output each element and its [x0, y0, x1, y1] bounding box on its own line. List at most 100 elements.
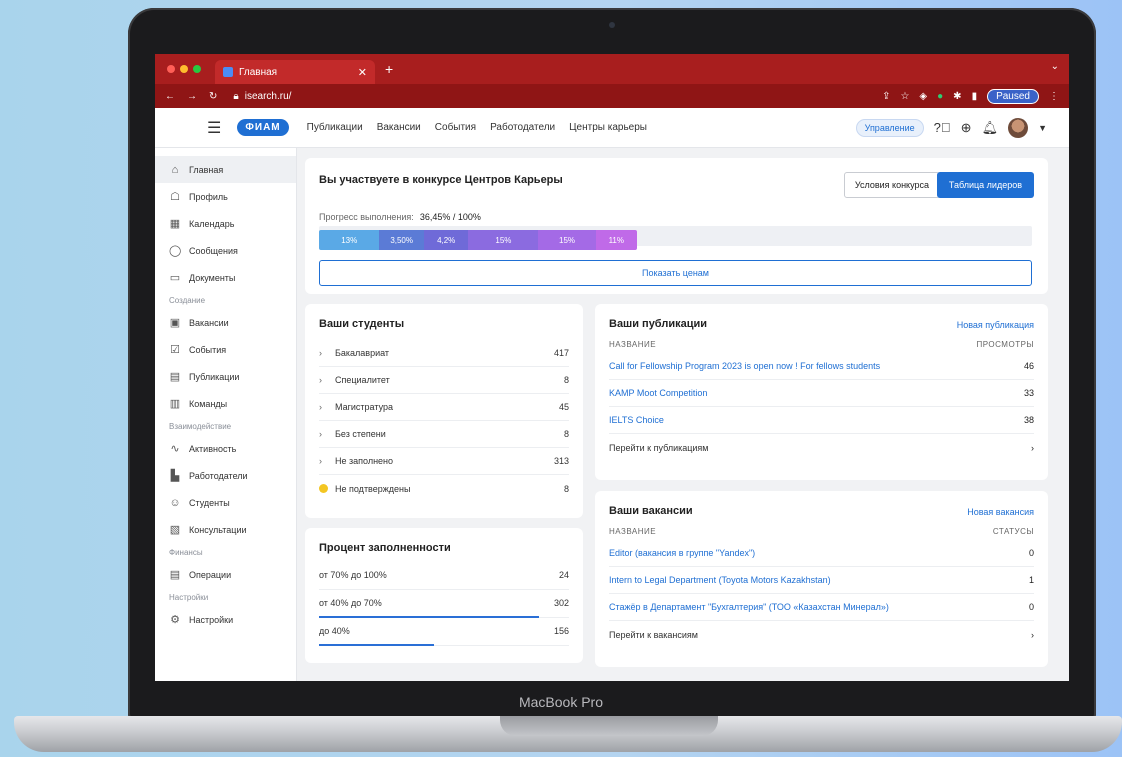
unconfirmed-row[interactable]: Не подтверждены 8 — [319, 475, 569, 502]
top-nav: Публикации Вакансии События Работодатели… — [307, 122, 647, 133]
sidebar-item-settings[interactable]: ⚙ Настройки — [155, 606, 296, 633]
forward-icon[interactable]: → — [187, 91, 197, 102]
new-tab-icon[interactable]: + — [385, 61, 393, 77]
sidebar-item-activity[interactable]: ∿ Активность — [155, 435, 296, 462]
table-header: НАЗВАНИЕ СТАТУСЫ — [609, 527, 1034, 536]
leaderboard-button[interactable]: Таблица лидеров — [936, 172, 1034, 198]
sidebar-item-employers[interactable]: ▙ Работодатели — [155, 462, 296, 489]
fill-track — [319, 589, 569, 590]
folder-icon: ▭ — [169, 272, 181, 284]
role-switch[interactable]: Управление — [855, 118, 924, 137]
back-icon[interactable]: ← — [165, 91, 175, 102]
contest-terms-button[interactable]: Условия конкурса — [843, 172, 940, 198]
bookmark-icon[interactable]: ☆ — [900, 91, 909, 102]
message-icon: ◯ — [169, 245, 182, 257]
puzzle-icon[interactable]: ✱ — [953, 91, 961, 102]
sidebar-item-profile[interactable]: ☖ Профиль — [155, 183, 296, 210]
briefcase-icon: ▣ — [169, 317, 181, 329]
minimize-window-button[interactable] — [180, 65, 188, 73]
close-window-button[interactable] — [167, 65, 175, 73]
chevron-right-icon: › — [1031, 629, 1034, 640]
progress-segment: 13% — [319, 230, 380, 250]
event-icon: ☑ — [170, 344, 180, 356]
list-item[interactable]: › Магистратура 45 — [319, 394, 569, 421]
tab-search-icon[interactable]: ⌄ — [1051, 61, 1059, 72]
nav-publications[interactable]: Публикации — [307, 122, 363, 133]
table-row[interactable]: KAMP Moot Competition 33 — [609, 380, 1034, 407]
progress-segment: 11% — [595, 230, 637, 250]
reload-icon[interactable]: ↻ — [209, 91, 217, 102]
sidebar-section-finance: Финансы — [169, 548, 203, 557]
sidepanel-icon[interactable]: ▮ — [972, 91, 978, 102]
fill-title: Процент заполненности — [319, 542, 451, 554]
logo[interactable]: ФИАМ — [237, 119, 289, 136]
list-item[interactable]: › Бакалавриат 417 — [319, 340, 569, 367]
new-vacancy-link[interactable]: Новая вакансия — [967, 507, 1034, 517]
nav-employers[interactable]: Работодатели — [490, 122, 555, 133]
share-icon[interactable]: ⇪ — [882, 91, 890, 102]
sidebar-item-events[interactable]: ☑ События — [155, 336, 296, 363]
globe-icon[interactable]: ⊕ — [961, 120, 972, 136]
profile-button[interactable]: Paused — [987, 88, 1039, 104]
chevron-right-icon: › — [319, 375, 322, 385]
nav-career-centers[interactable]: Центры карьеры — [569, 122, 647, 133]
menu-icon[interactable]: ⋮ — [1049, 91, 1059, 102]
extensions: ⇪ ☆ ◈ ● ✱ ▮ Paused ⋮ — [882, 88, 1059, 104]
show-prizes-button[interactable]: Показать ценам — [319, 260, 1032, 286]
close-tab-icon[interactable]: ✕ — [358, 66, 367, 79]
goto-publications[interactable]: Перейти к публикациям › — [609, 434, 1034, 461]
fill-row: от 70% до 100% 24 — [319, 564, 569, 592]
maximize-window-button[interactable] — [193, 65, 201, 73]
sidebar-item-students[interactable]: ☺ Студенты — [155, 489, 296, 516]
chevron-right-icon: › — [319, 402, 322, 412]
progress-label: Прогресс выполнения: — [319, 212, 414, 222]
sidebar-item-documents[interactable]: ▭ Документы — [155, 264, 296, 291]
sidebar-section-settings: Настройки — [169, 593, 209, 602]
app-header: ☰ ФИАМ Публикации Вакансии События Работ… — [155, 108, 1069, 148]
table-row[interactable]: IELTS Choice 38 — [609, 407, 1034, 434]
fill-row: до 40% 156 — [319, 620, 569, 648]
sidebar-item-consultations[interactable]: ▧ Консультации — [155, 516, 296, 543]
url-field[interactable]: 🔒︎ isearch.ru/ — [233, 91, 882, 102]
sidebar-item-messages[interactable]: ◯ Сообщения — [155, 237, 296, 264]
sidebar-item-home[interactable]: ⌂ Главная — [155, 156, 296, 183]
table-header: НАЗВАНИЕ ПРОСМОТРЫ — [609, 340, 1034, 349]
sidebar-item-vacancies[interactable]: ▣ Вакансии — [155, 309, 296, 336]
browser-tab[interactable]: Главная ✕ — [215, 60, 375, 84]
window-controls — [167, 65, 201, 73]
list-item[interactable]: › Без степени 8 — [319, 421, 569, 448]
sidebar-item-operations[interactable]: ▤ Операции — [155, 561, 296, 588]
avatar[interactable] — [1008, 117, 1029, 138]
chevron-down-icon[interactable]: ▼ — [1038, 123, 1047, 133]
home-icon: ⌂ — [171, 163, 179, 176]
list-item[interactable]: › Не заполнено 313 — [319, 448, 569, 475]
fill-bar — [319, 616, 539, 618]
operations-icon: ▤ — [169, 569, 181, 581]
fill-percentage-card: Процент заполненности от 70% до 100% 24 о… — [305, 528, 583, 663]
contest-card: Вы участвуете в конкурсе Центров Карьеры… — [305, 158, 1048, 294]
url-text: isearch.ru/ — [244, 90, 292, 102]
table-row[interactable]: Editor (вакансия в группе "Yandex") 0 — [609, 540, 1034, 567]
nav-vacancies[interactable]: Вакансии — [377, 122, 421, 133]
help-icon[interactable]: ?⃝ — [934, 120, 951, 135]
nav-events[interactable]: События — [435, 122, 476, 133]
table-row[interactable]: Intern to Legal Department (Toyota Motor… — [609, 567, 1034, 594]
hamburger-icon[interactable]: ☰ — [207, 118, 221, 138]
list-item[interactable]: › Специалитет 8 — [319, 367, 569, 394]
sidebar-item-publications[interactable]: ▤ Публикации — [155, 363, 296, 390]
tab-title: Главная — [239, 66, 278, 78]
sidebar-item-teams[interactable]: ▥ Команды — [155, 390, 296, 417]
goto-vacancies[interactable]: Перейти к вакансиям › — [609, 621, 1034, 648]
table-row[interactable]: Стажёр в Департамент "Бухгалтерия" (ТОО … — [609, 594, 1034, 621]
table-row[interactable]: Call for Fellowship Program 2023 is open… — [609, 353, 1034, 380]
progress-row: Прогресс выполнения: 36,45% / 100% — [319, 212, 1034, 222]
extension-icon[interactable]: ◈ — [919, 91, 927, 102]
extension-dot-icon[interactable]: ● — [937, 91, 943, 102]
bell-icon[interactable]: 🔔︎ — [982, 120, 999, 136]
activity-icon: ∿ — [170, 443, 180, 455]
new-publication-link[interactable]: Новая публикация — [957, 320, 1034, 330]
chevron-right-icon: › — [319, 429, 322, 439]
sidebar-section-create: Создание — [169, 296, 206, 305]
favicon-icon — [223, 67, 233, 77]
sidebar-item-calendar[interactable]: ▦ Календарь — [155, 210, 296, 237]
